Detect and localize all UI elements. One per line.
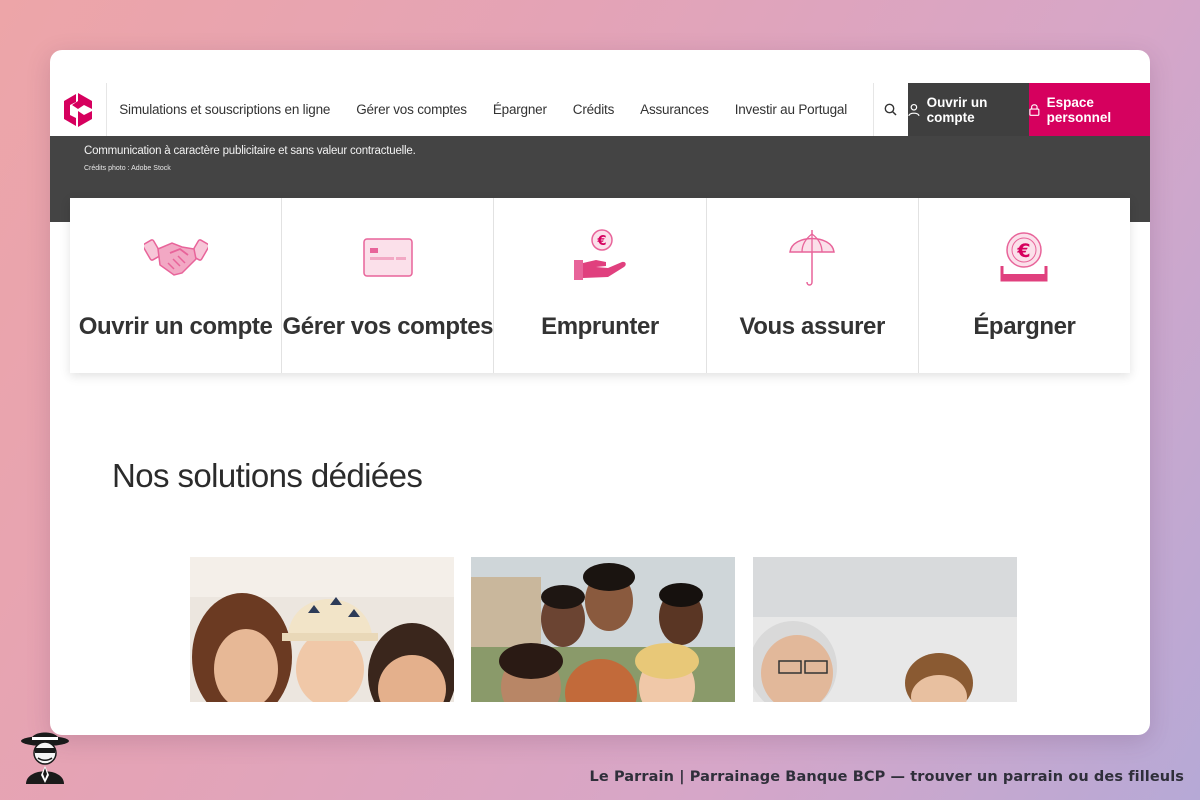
quick-access-tiles: Ouvrir un compte Gérer vos comptes € Emp… [70, 198, 1130, 373]
tile-label: Vous assurer [739, 313, 885, 340]
svg-text:€: € [596, 234, 606, 249]
search-icon [884, 103, 897, 116]
card-icon [363, 238, 413, 277]
footer-caption: Le Parrain | Parrainage Banque BCP — tro… [589, 769, 1184, 785]
tile-gerer-comptes[interactable]: Gérer vos comptes [282, 198, 495, 373]
hand-euro-icon: € [574, 229, 626, 280]
tile-label: Gérer vos comptes [282, 313, 494, 340]
open-account-button[interactable]: Ouvrir un compte [907, 83, 1029, 136]
solutions-heading: Nos solutions dédiées [112, 457, 423, 494]
svg-text:€: € [1017, 240, 1031, 262]
seniors-photo [753, 557, 1017, 702]
browser-frame: Simulations et souscriptions en ligne Gé… [50, 50, 1150, 735]
tile-label: Épargner [973, 313, 1076, 340]
search-button[interactable] [873, 83, 908, 136]
tile-label: Ouvrir un compte [78, 313, 273, 340]
solution-card-family[interactable] [190, 557, 454, 702]
espace-personnel-button[interactable]: Espace personnel [1028, 83, 1150, 136]
handshake-icon [143, 239, 208, 276]
nav-simulations[interactable]: Simulations et souscriptions en ligne [119, 102, 330, 117]
solution-card-seniors[interactable] [753, 557, 1017, 702]
site-header: Simulations et souscriptions en ligne Gé… [50, 83, 1150, 136]
friends-photo [471, 557, 735, 702]
parrain-mascot-icon [21, 732, 69, 784]
user-icon [908, 103, 920, 116]
bcp-logo[interactable] [50, 83, 108, 136]
family-photo [190, 557, 454, 702]
advertising-disclaimer: Communication à caractère publicitaire e… [84, 145, 416, 157]
main-nav: Simulations et souscriptions en ligne Gé… [107, 83, 873, 136]
tile-ouvrir-compte[interactable]: Ouvrir un compte [70, 198, 283, 373]
lock-icon [1029, 104, 1040, 116]
photo-credit: Crédits photo : Adobe Stock [84, 165, 171, 172]
nav-gerer-comptes[interactable]: Gérer vos comptes [356, 102, 467, 117]
nav-investir-portugal[interactable]: Investir au Portugal [735, 102, 848, 117]
tile-label: Emprunter [541, 313, 659, 340]
euro-coin-icon: € [1000, 232, 1048, 282]
nav-credits[interactable]: Crédits [573, 102, 615, 117]
open-account-label: Ouvrir un compte [926, 94, 988, 125]
tile-epargner[interactable]: € Épargner [919, 198, 1130, 373]
espace-personnel-label: Espace personnel [1046, 94, 1112, 125]
tile-emprunter[interactable]: € Emprunter [494, 198, 707, 373]
umbrella-icon [789, 230, 836, 286]
solution-card-friends[interactable] [471, 557, 735, 702]
tile-vous-assurer[interactable]: Vous assurer [707, 198, 919, 373]
bcp-logo-icon [64, 92, 93, 127]
nav-epargner[interactable]: Épargner [493, 102, 547, 117]
nav-assurances[interactable]: Assurances [640, 102, 709, 117]
